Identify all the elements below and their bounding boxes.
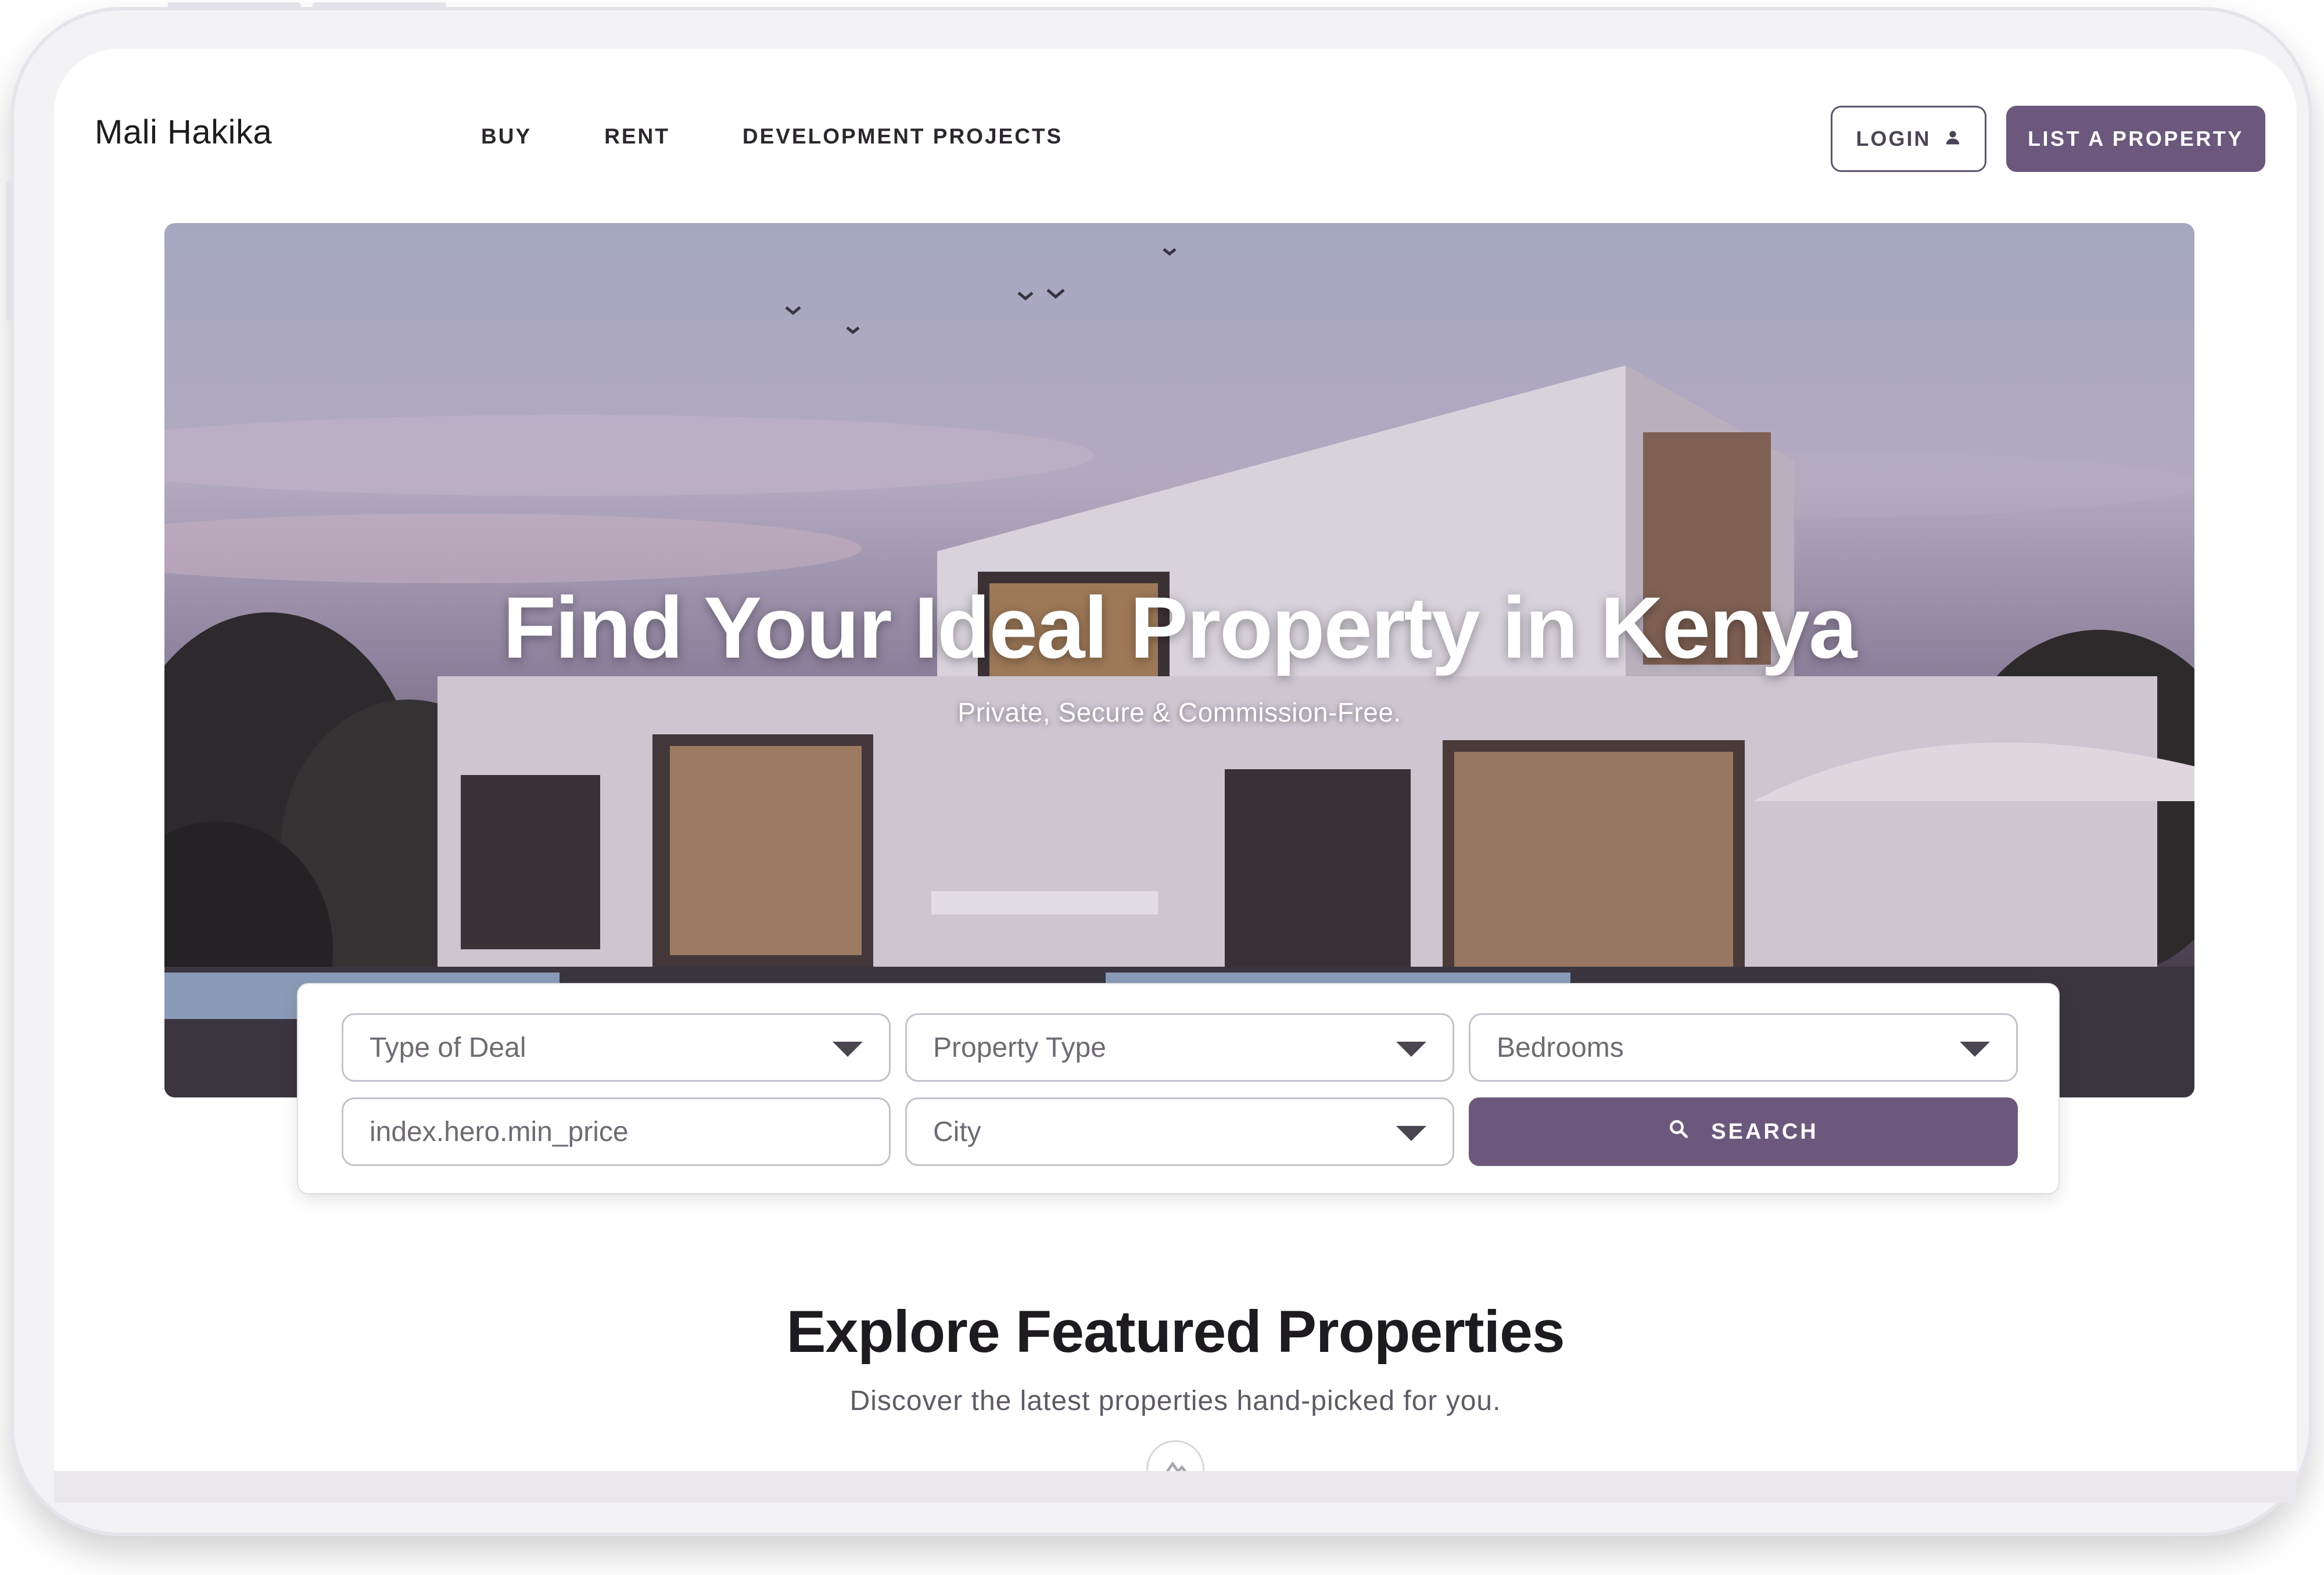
list-property-button[interactable]: LIST A PROPERTY	[2006, 106, 2265, 172]
mountain-icon	[1146, 1440, 1204, 1472]
min-price-input[interactable]: index.hero.min_price	[342, 1097, 891, 1166]
deal-type-label: Type of Deal	[370, 1032, 526, 1063]
hero-banner: Find Your Ideal Property in Kenya Privat…	[164, 223, 2194, 1097]
featured-subtitle: Discover the latest properties hand-pick…	[849, 1386, 1501, 1416]
login-label: LOGIN	[1856, 127, 1931, 150]
tablet-frame: Mali Hakika BUY RENT DEVELOPMENT PROJECT…	[6, 2, 2312, 1536]
property-type-select[interactable]: Property Type	[905, 1013, 1454, 1082]
bedrooms-label: Bedrooms	[1497, 1032, 1624, 1063]
device-top-button	[313, 2, 446, 8]
nav-development-projects[interactable]: DEVELOPMENT PROJECTS	[743, 124, 1063, 149]
brand-logo[interactable]: Mali Hakika	[95, 113, 272, 152]
user-icon	[1944, 127, 1961, 151]
search-icon	[1668, 1118, 1689, 1145]
featured-title: Explore Featured Properties	[786, 1298, 1565, 1365]
city-label: City	[933, 1116, 981, 1147]
city-select[interactable]: City	[905, 1097, 1454, 1166]
search-panel: Type of Deal Property Type Bedrooms inde…	[298, 984, 2058, 1193]
min-price-placeholder: index.hero.min_price	[370, 1116, 629, 1147]
caret-down-icon	[1960, 1042, 1990, 1057]
device-top-button	[167, 2, 301, 8]
caret-down-icon	[833, 1042, 863, 1057]
bedrooms-select[interactable]: Bedrooms	[1469, 1013, 2018, 1082]
nav-buy[interactable]: BUY	[481, 124, 532, 149]
property-type-label: Property Type	[933, 1032, 1106, 1063]
hero-title: Find Your Ideal Property in Kenya	[503, 579, 1857, 676]
nav-rent[interactable]: RENT	[604, 124, 670, 149]
search-button[interactable]: SEARCH	[1469, 1097, 2018, 1166]
top-navbar: Mali Hakika BUY RENT DEVELOPMENT PROJECT…	[54, 49, 2297, 177]
deal-type-select[interactable]: Type of Deal	[342, 1013, 891, 1082]
caret-down-icon	[1396, 1042, 1426, 1057]
hero-subtitle: Private, Secure & Commission-Free.	[957, 697, 1401, 727]
main-menu: BUY RENT DEVELOPMENT PROJECTS	[481, 124, 1135, 149]
search-label: SEARCH	[1711, 1119, 1819, 1144]
login-button[interactable]: LOGIN	[1831, 106, 1986, 172]
device-side-button	[6, 181, 12, 321]
device-bottom-bezel	[54, 1471, 2297, 1503]
browser-screen: Mali Hakika BUY RENT DEVELOPMENT PROJECT…	[54, 49, 2297, 1472]
caret-down-icon	[1396, 1126, 1426, 1141]
